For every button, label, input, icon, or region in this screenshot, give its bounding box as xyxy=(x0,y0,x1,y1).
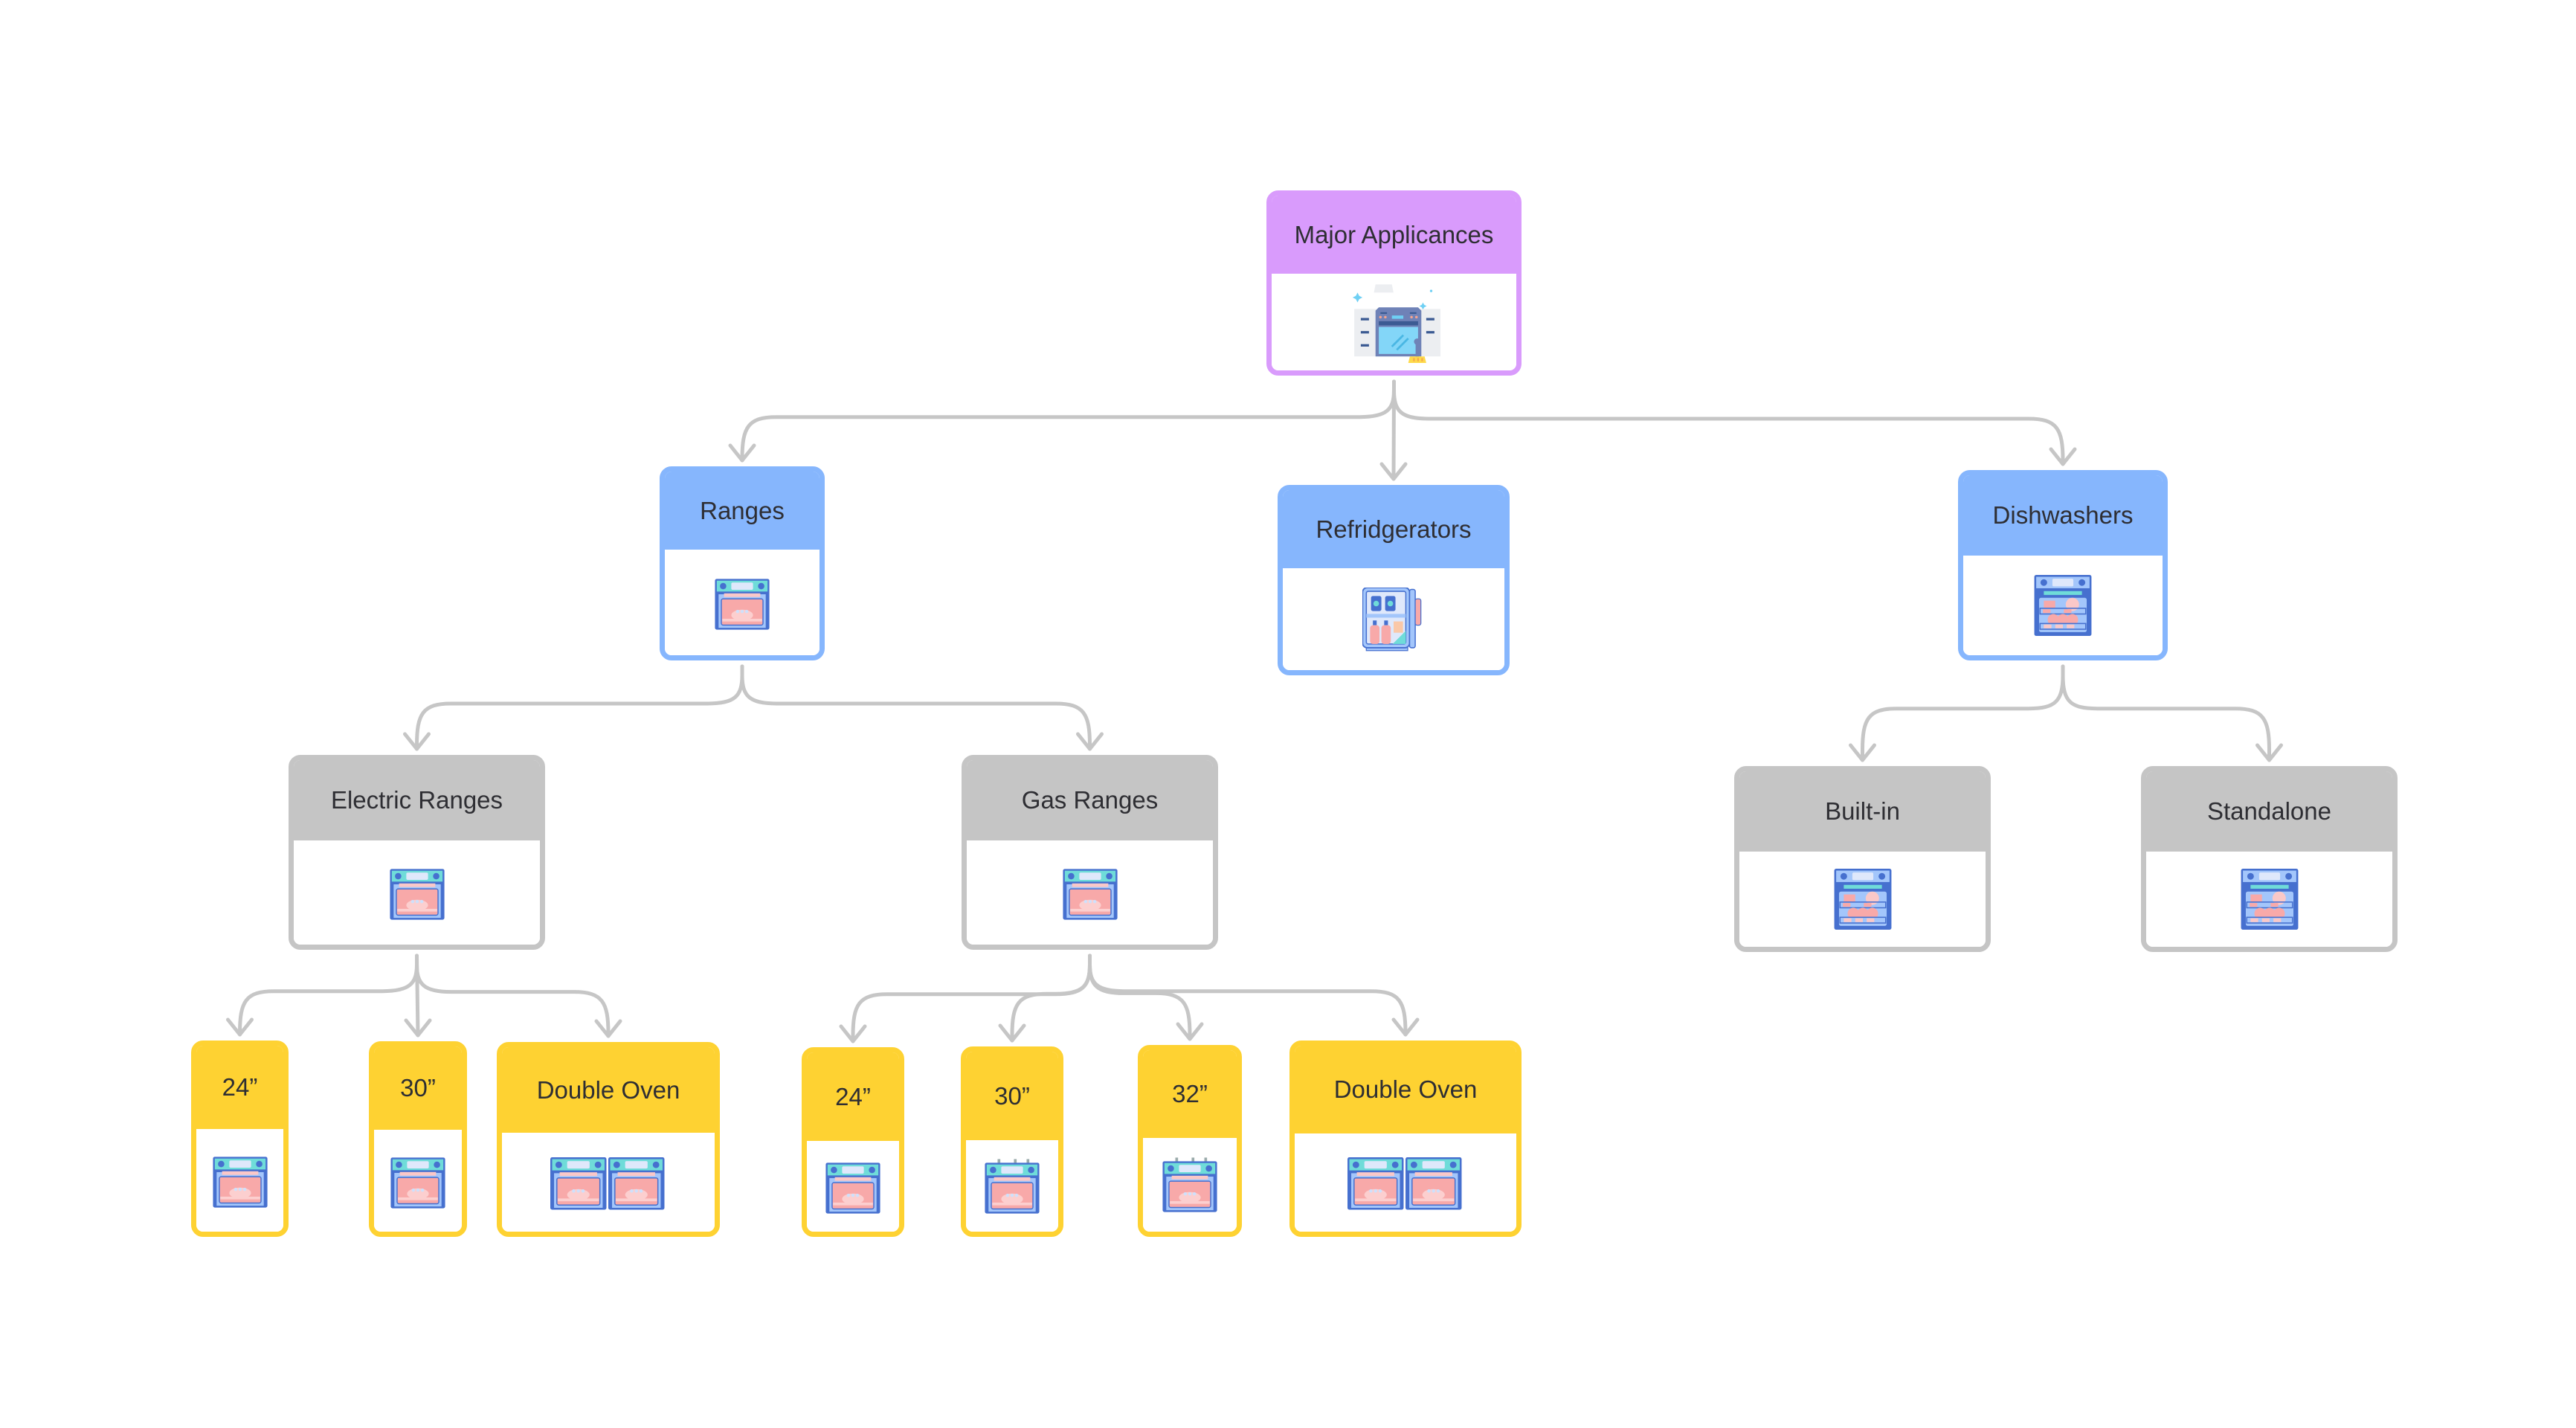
gas-oven-icon xyxy=(966,1140,1058,1232)
node-label: Ranges xyxy=(665,472,820,550)
oven-icon xyxy=(374,1130,462,1232)
node-label: Gas Ranges xyxy=(967,760,1213,840)
node-gas-32-inch[interactable]: 32” xyxy=(1138,1045,1242,1237)
connector-gas_ranges-to-gas_double xyxy=(1088,953,1408,1037)
double-oven-icon xyxy=(502,1133,715,1232)
oven-icon xyxy=(294,840,540,945)
node-built-in[interactable]: Built-in xyxy=(1734,766,1991,952)
node-electric-ranges[interactable]: Electric Ranges xyxy=(289,755,545,950)
node-major-appliances[interactable]: Major Applicances xyxy=(1266,190,1522,376)
node-label: Double Oven xyxy=(502,1047,715,1133)
connector-ranges-to-electric_ranges xyxy=(415,664,744,751)
node-refrigerators[interactable]: Refridgerators xyxy=(1278,485,1510,675)
node-label: 24” xyxy=(196,1046,283,1129)
kitchen-cleaning-icon xyxy=(1272,274,1516,370)
connector-root-to-dishwashers xyxy=(1392,379,2065,466)
connector-gas_ranges-to-gas_32 xyxy=(1088,953,1192,1041)
node-gas-ranges[interactable]: Gas Ranges xyxy=(962,755,1218,950)
oven-icon xyxy=(967,840,1213,945)
org-chart-canvas: Major Applicances Ranges Refridgerators … xyxy=(0,0,2576,1428)
node-label: 30” xyxy=(374,1046,462,1130)
connector-gas_ranges-to-gas_24 xyxy=(851,953,1092,1043)
node-label: Major Applicances xyxy=(1272,196,1516,274)
oven-icon xyxy=(665,550,820,655)
connector-root-to-ranges xyxy=(740,379,1396,463)
node-label: 24” xyxy=(807,1052,899,1141)
node-gas-30-inch[interactable]: 30” xyxy=(961,1046,1063,1237)
node-label: Refridgerators xyxy=(1283,490,1504,568)
node-dishwashers[interactable]: Dishwashers xyxy=(1958,470,2168,660)
node-ranges[interactable]: Ranges xyxy=(660,466,825,660)
node-label: 30” xyxy=(966,1052,1058,1140)
node-electric-30-inch[interactable]: 30” xyxy=(369,1041,467,1237)
mini-fridge-icon xyxy=(1283,568,1504,670)
connector-dishwashers-to-built_in xyxy=(1861,664,2065,762)
dishwasher-icon xyxy=(2146,852,2392,947)
connector-dishwashers-to-standalone xyxy=(2061,664,2271,762)
node-label: Built-in xyxy=(1739,771,1986,852)
gas-oven-icon xyxy=(1143,1138,1237,1232)
node-gas-24-inch[interactable]: 24” xyxy=(802,1047,904,1237)
node-electric-double-oven[interactable]: Double Oven xyxy=(497,1042,720,1237)
node-label: Standalone xyxy=(2146,771,2392,852)
oven-icon xyxy=(807,1141,899,1232)
node-label: Electric Ranges xyxy=(294,760,540,840)
oven-icon xyxy=(196,1129,283,1232)
connector-electric_ranges-to-electric_24 xyxy=(238,953,419,1037)
node-standalone[interactable]: Standalone xyxy=(2141,766,2398,952)
dishwasher-icon xyxy=(1739,852,1986,947)
node-label: Dishwashers xyxy=(1963,475,2163,556)
node-label: 32” xyxy=(1143,1050,1237,1138)
dishwasher-icon xyxy=(1963,556,2163,655)
node-gas-double-oven[interactable]: Double Oven xyxy=(1289,1041,1522,1237)
double-oven-icon xyxy=(1295,1133,1516,1232)
connector-electric_ranges-to-electric_double xyxy=(415,953,611,1038)
node-electric-24-inch[interactable]: 24” xyxy=(191,1041,289,1237)
connector-ranges-to-gas_ranges xyxy=(740,664,1092,751)
node-label: Double Oven xyxy=(1295,1046,1516,1133)
